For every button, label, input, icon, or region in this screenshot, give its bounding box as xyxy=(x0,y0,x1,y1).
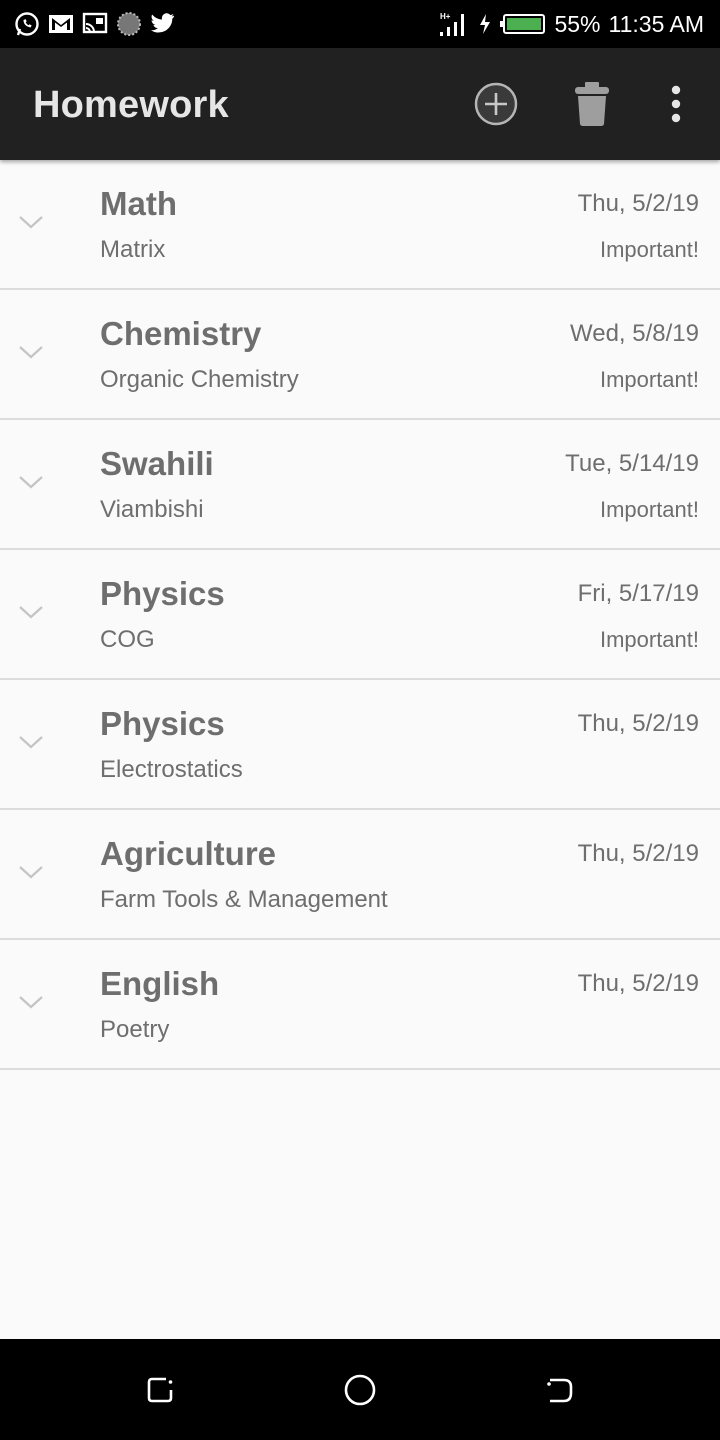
due-date: Thu, 5/2/19 xyxy=(577,970,699,997)
chevron-down-icon[interactable] xyxy=(18,994,44,1010)
chevron-down-icon[interactable] xyxy=(18,474,44,490)
twitter-icon xyxy=(150,11,176,37)
chevron-down-icon[interactable] xyxy=(18,214,44,230)
system-status: H+ 55% 11:35 AM xyxy=(438,8,704,40)
due-date: Thu, 5/2/19 xyxy=(577,840,699,867)
topic-name: Poetry xyxy=(100,1016,170,1043)
page-title: Homework xyxy=(33,84,229,126)
recent-apps-icon xyxy=(147,1377,173,1403)
charging-icon xyxy=(478,13,492,35)
due-date: Thu, 5/2/19 xyxy=(577,190,699,217)
network-type-label: H+ xyxy=(440,12,451,21)
topic-name: Matrix xyxy=(100,236,166,263)
subject-name: Swahili xyxy=(100,445,214,482)
whatsapp-icon xyxy=(14,11,40,37)
list-item[interactable]: Physics COG Fri, 5/17/19 Important! xyxy=(0,550,720,680)
list-item[interactable]: Physics Electrostatics Thu, 5/2/19 xyxy=(0,680,720,810)
subject-name: Physics xyxy=(100,705,225,742)
trash-icon xyxy=(575,82,609,126)
more-vert-icon xyxy=(671,85,681,123)
important-label: Important! xyxy=(599,237,699,262)
topic-name: Organic Chemistry xyxy=(100,366,299,393)
subject-name: Agriculture xyxy=(100,835,277,872)
list-item[interactable]: English Poetry Thu, 5/2/19 xyxy=(0,940,720,1070)
due-date: Fri, 5/17/19 xyxy=(577,580,699,607)
back-button[interactable] xyxy=(543,1373,577,1407)
subject-name: Math xyxy=(100,185,177,222)
chevron-down-icon[interactable] xyxy=(18,864,44,880)
navigation-bar xyxy=(0,1339,720,1440)
chevron-down-icon[interactable] xyxy=(18,604,44,620)
list-item[interactable]: Math Matrix Thu, 5/2/19 Important! xyxy=(0,160,720,290)
more-options-button[interactable] xyxy=(650,78,702,130)
subject-name: Physics xyxy=(100,575,225,612)
chevron-down-icon[interactable] xyxy=(18,344,44,360)
important-label: Important! xyxy=(599,367,699,392)
topic-name: COG xyxy=(100,626,155,653)
delete-button[interactable] xyxy=(566,78,618,130)
important-label: Important! xyxy=(599,497,699,522)
recent-apps-button[interactable] xyxy=(143,1373,177,1407)
list-item[interactable]: Chemistry Organic Chemistry Wed, 5/8/19 … xyxy=(0,290,720,420)
chevron-down-icon[interactable] xyxy=(18,734,44,750)
notification-icons xyxy=(14,10,176,38)
subject-name: Chemistry xyxy=(100,315,262,352)
topic-name: Viambishi xyxy=(100,496,204,523)
back-icon xyxy=(547,1378,573,1403)
list-item[interactable]: Agriculture Farm Tools & Management Thu,… xyxy=(0,810,720,940)
due-date: Tue, 5/14/19 xyxy=(565,450,699,477)
battery-icon xyxy=(500,13,546,35)
homework-list: Math Matrix Thu, 5/2/19 Important! Chemi… xyxy=(0,160,720,1070)
list-item[interactable]: Swahili Viambishi Tue, 5/14/19 Important… xyxy=(0,420,720,550)
due-date: Thu, 5/2/19 xyxy=(577,710,699,737)
battery-percent: 55% xyxy=(554,10,601,37)
home-button[interactable] xyxy=(343,1373,377,1407)
loading-icon xyxy=(116,11,142,37)
cast-icon xyxy=(82,11,108,37)
due-date: Wed, 5/8/19 xyxy=(570,320,699,347)
signal-icon: H+ xyxy=(438,10,470,38)
gmail-icon xyxy=(48,11,74,37)
app-bar: Homework xyxy=(0,48,720,160)
status-bar: H+ 55% 11:35 AM xyxy=(0,0,720,48)
add-circle-icon xyxy=(474,82,518,126)
home-icon xyxy=(344,1374,376,1406)
subject-name: English xyxy=(100,965,220,1002)
clock: 11:35 AM xyxy=(608,10,704,37)
topic-name: Farm Tools & Management xyxy=(100,886,388,913)
topic-name: Electrostatics xyxy=(100,756,243,783)
add-homework-button[interactable] xyxy=(470,78,522,130)
important-label: Important! xyxy=(599,627,699,652)
